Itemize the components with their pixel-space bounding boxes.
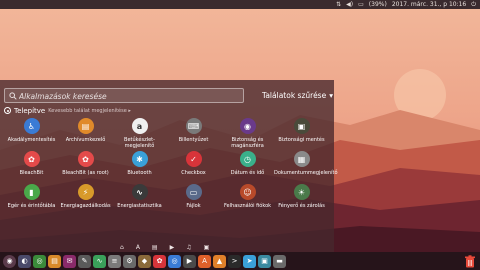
clock[interactable]: 2017. márc. 31., p 10:16 [392, 0, 466, 9]
filter-label: Találatok szűrése [262, 91, 327, 100]
app-label: Biztonság és magánszféra [231, 137, 264, 149]
app-label: Fájlok [186, 203, 201, 209]
network-icon[interactable]: ⇅ [336, 0, 341, 9]
image-viewer-icon[interactable]: ▣ [258, 254, 271, 268]
settings-icon[interactable]: ⚙ [123, 254, 136, 268]
app-label: Dokumentummegjelenítő [274, 170, 338, 176]
terminal-icon[interactable]: > [228, 254, 241, 268]
app-icon: ▮ [23, 184, 40, 200]
top-panel: ⇅ ◀) ▭ (39%) 2017. márc. 31., p 10:16 ⏻ [0, 0, 480, 9]
app-label: Energiastatisztika [117, 203, 162, 209]
launcher-dock: ◉ ◐ ◎ ▤ ✉ ✎ ∿ ≡ ⚙ ◆ ✿ ◎ ▶ A ▲ > ➤ ▣ ▬ [0, 252, 480, 270]
telegram-icon[interactable]: ➤ [243, 254, 256, 268]
apps-lens-icon[interactable]: A [136, 244, 140, 251]
filter-results-button[interactable]: Találatok szűrése ▾ [262, 89, 333, 102]
installed-icon [4, 107, 11, 114]
show-fewer-results-link[interactable]: Kevesebb találat megjelenítése ▸ [48, 108, 131, 114]
mail-icon[interactable]: ✉ [63, 254, 76, 268]
app-label: Biztonsági mentés [278, 137, 325, 143]
app-launcher-item[interactable]: ▮ Egér és érintőtábla [4, 184, 59, 209]
app-launcher-item[interactable]: ✿ BleachBit [4, 151, 59, 176]
app-launcher-item[interactable]: ◷ Dátum és idő [220, 151, 275, 176]
app-icon: ☺ [239, 184, 256, 200]
app-launcher-item[interactable]: ▭ Fájlok [166, 184, 221, 209]
app-launcher-item[interactable]: ⌨ Billentyűzet [166, 118, 221, 143]
app-launcher-item[interactable]: ✱ Bluetooth [112, 151, 167, 176]
app-label: Dátum és idő [230, 170, 265, 176]
trash-icon[interactable] [464, 255, 476, 268]
app-icon: ▤ [77, 118, 94, 134]
app-icon: a [131, 118, 148, 134]
lens-bar: ⌂ A ▤ ▶ ♫ ▣ [120, 244, 209, 251]
power-icon[interactable]: ⏻ [471, 0, 476, 9]
app-icon: ♿ [23, 118, 40, 134]
app-label: Felhasználói fiókok [223, 203, 272, 209]
monitor-icon[interactable]: ∿ [93, 254, 106, 268]
app-launcher-item[interactable]: ▦ Dokumentummegjelenítő [274, 151, 338, 176]
chevron-down-icon: ▾ [329, 91, 333, 100]
app-launcher-item[interactable]: ☀ Fényerő és zárolás [274, 184, 329, 209]
app-icon: ✿ [77, 151, 94, 167]
search-input[interactable] [19, 90, 239, 102]
search-box[interactable] [4, 88, 244, 103]
files-lens-icon[interactable]: ▤ [152, 244, 158, 251]
inkscape-icon[interactable]: ✎ [78, 254, 91, 268]
files-icon[interactable]: ▤ [48, 254, 61, 268]
app-label: BleachBit [19, 170, 44, 176]
dev-icon[interactable]: ▶ [183, 254, 196, 268]
drive-icon[interactable]: ▬ [273, 254, 286, 268]
app-launcher-item[interactable]: ⚡ Energiagazdálkodás [58, 184, 113, 209]
app-icon: ☀ [293, 184, 310, 200]
battery-icon[interactable]: ▭ [358, 0, 364, 9]
app-launcher-item[interactable]: ✓ Checkbox [166, 151, 221, 176]
chrome-icon[interactable]: ◎ [33, 254, 46, 268]
ubuntu-logo-icon[interactable]: ◉ [3, 254, 16, 268]
app-label: Akadálymentesítés [7, 137, 56, 143]
photos-lens-icon[interactable]: ▣ [204, 244, 210, 251]
app-icon: ▣ [293, 118, 310, 134]
app-label: Billentyűzet [178, 137, 209, 143]
app-icon: ✿ [23, 151, 40, 167]
vlc-icon[interactable]: ▲ [213, 254, 226, 268]
search-icon [9, 92, 17, 100]
sound-icon[interactable]: ◀) [346, 0, 353, 9]
browser-icon[interactable]: ◐ [18, 254, 31, 268]
app-icon: ◷ [239, 151, 256, 167]
app-icon: ✱ [131, 151, 148, 167]
text-editor-icon[interactable]: ≡ [108, 254, 121, 268]
app-launcher-item[interactable]: ▣ Biztonsági mentés [274, 118, 329, 143]
app-launcher-item[interactable]: ◉ Biztonság és magánszféra [220, 118, 275, 149]
gimp-icon[interactable]: ◆ [138, 254, 151, 268]
app-launcher-item[interactable]: a Betűkészlet-megjelenítő [112, 118, 167, 149]
app-launcher-item[interactable]: ∿ Energiastatisztika [112, 184, 167, 209]
app-label: Checkbox [181, 170, 206, 176]
app-icon: ▭ [185, 184, 202, 200]
app-label: Betűkészlet-megjelenítő [124, 137, 155, 149]
software-center-icon[interactable]: A [198, 254, 211, 268]
home-lens-icon[interactable]: ⌂ [120, 244, 124, 251]
app-icon: ⚡ [77, 184, 94, 200]
music-lens-icon[interactable]: ♫ [186, 244, 191, 251]
app-label: BleachBit (as root) [62, 170, 109, 176]
battery-percent: (39%) [368, 1, 387, 8]
app-icon: ◉ [239, 118, 256, 134]
app-launcher-item[interactable]: ✿ BleachBit (as root) [58, 151, 113, 176]
bleachbit-icon[interactable]: ✿ [153, 254, 166, 268]
app-label: Archívumkezelő [65, 137, 106, 143]
app-launcher-item[interactable]: ☺ Felhasználói fiókok [220, 184, 275, 209]
app-label: Energiagazdálkodás [60, 203, 111, 209]
app-icon: ∿ [131, 184, 148, 200]
app-label: Egér és érintőtábla [7, 203, 56, 209]
app-label: Fényerő és zárolás [278, 203, 325, 209]
app-launcher-item[interactable]: ▤ Archívumkezelő [58, 118, 113, 143]
app-label: Bluetooth [127, 170, 152, 176]
app-launcher-item[interactable]: ♿ Akadálymentesítés [4, 118, 59, 143]
section-title: Telepítve [14, 106, 46, 115]
app-icon: ⌨ [185, 118, 202, 134]
video-lens-icon[interactable]: ▶ [170, 244, 175, 251]
app-icon: ✓ [185, 151, 202, 167]
installed-section-header: Telepítve Kevesebb találat megjelenítése… [4, 106, 131, 115]
chromium-icon[interactable]: ◎ [168, 254, 181, 268]
app-icon: ▦ [293, 151, 310, 167]
